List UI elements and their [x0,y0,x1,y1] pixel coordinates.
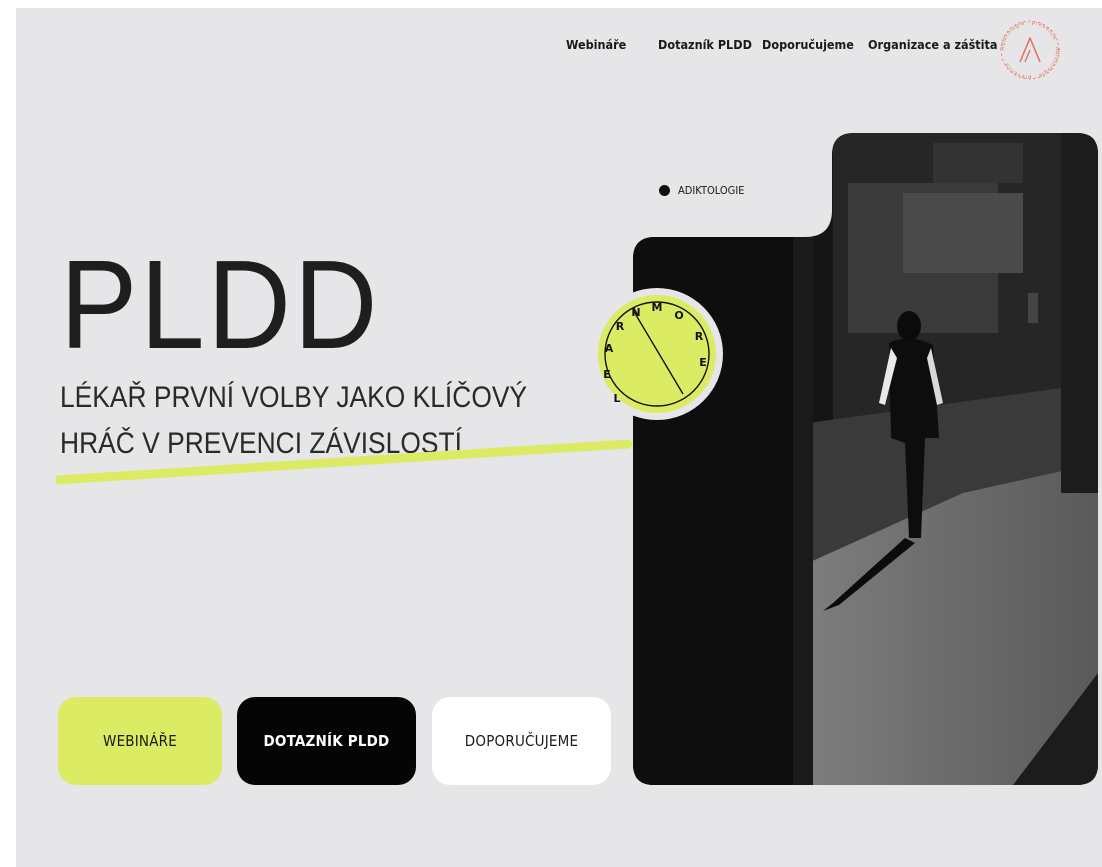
nav-webinare[interactable]: Webináře [566,37,626,52]
badge-letter-e: E [603,368,611,381]
badge-letter-n: N [631,306,640,319]
a-triangle-icon: Adiktologie · prevence · Adiktologie · p… [1000,20,1060,80]
page: Webináře Dotazník PLDD Doporučujeme Orga… [16,8,1102,867]
badge-letter-r2: R [695,330,704,343]
subtitle-line-1: Lékař první volby jako klíčový [60,381,528,414]
category-label: ADIKTOLOGIE [678,184,745,197]
category-tag[interactable]: ADIKTOLOGIE [659,184,745,197]
badge-letter-o: O [674,309,683,322]
dotaznik-button[interactable]: DOTAZNÍK PLDD [237,697,416,785]
logo-badge[interactable]: Adiktologie · prevence · Adiktologie · p… [998,18,1062,82]
doporucujeme-button[interactable]: DOPORUČUJEME [432,697,611,785]
nav-dotaznik[interactable]: Dotazník PLDD [658,37,752,52]
nav-doporucujeme[interactable]: Doporučujeme [762,37,854,52]
nav-organizace[interactable]: Organizace a záštita [868,37,997,52]
badge-letter-m: M [652,301,663,314]
badge-letter-e2: E [699,356,707,369]
webinare-button[interactable]: WEBINÁŘE [58,697,222,785]
highlight-swoosh [56,440,633,485]
learn-more-badge[interactable]: L E A R N M O R E [587,284,727,424]
hero-photo [633,133,1098,785]
bullet-dot-icon [659,185,670,196]
page-title: PLDD [60,234,381,376]
badge-letter-a: A [605,342,614,355]
badge-letter-l: L [613,392,620,405]
top-nav: Webináře Dotazník PLDD Doporučujeme Orga… [16,37,1102,61]
badge-letter-r: R [616,320,625,333]
